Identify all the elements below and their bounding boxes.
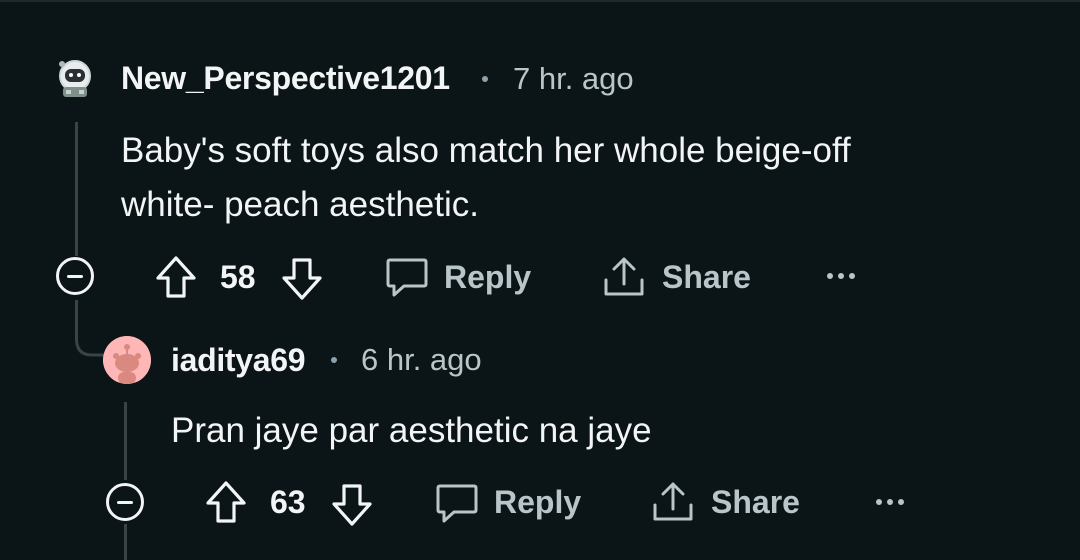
more-options-ellipsis-icon[interactable] — [825, 270, 857, 282]
vote-count: 63 — [270, 484, 306, 520]
downvote-arrow-down-icon[interactable] — [330, 482, 374, 528]
collapse-thread-button[interactable] — [56, 257, 94, 295]
top-divider — [0, 0, 1080, 2]
upvote-arrow-up-icon[interactable] — [204, 479, 248, 525]
comment-body-line-1: Baby's soft toys also match her whole be… — [121, 131, 851, 170]
downvote-arrow-down-icon[interactable] — [280, 256, 324, 302]
separator-dot — [482, 76, 488, 82]
speech-bubble-icon — [436, 484, 478, 523]
more-options-ellipsis-icon[interactable] — [874, 496, 906, 508]
reply-label: Reply — [494, 484, 582, 520]
astronaut-avatar-icon — [59, 60, 91, 97]
share-icon — [653, 482, 693, 521]
comment-timestamp[interactable]: 7 hr. ago — [513, 61, 634, 97]
share-label: Share — [711, 484, 800, 520]
share-icon — [604, 257, 644, 296]
share-label: Share — [662, 259, 751, 295]
reddit-snoo-avatar-icon — [103, 336, 151, 384]
upvote-arrow-up-icon[interactable] — [154, 254, 198, 300]
avatar[interactable] — [52, 54, 98, 100]
reply-label: Reply — [444, 259, 532, 295]
comment-body-line-2: white- peach aesthetic. — [121, 185, 479, 224]
comment-timestamp[interactable]: 6 hr. ago — [361, 342, 482, 378]
thread-line-1 — [75, 122, 78, 256]
comment-author[interactable]: iaditya69 — [171, 342, 306, 379]
thread-line-2-lower — [124, 524, 127, 560]
comment-body-line-1: Pran jaye par aesthetic na jaye — [171, 411, 652, 450]
collapse-thread-button[interactable] — [106, 483, 144, 521]
separator-dot — [331, 357, 337, 363]
speech-bubble-icon — [386, 258, 428, 297]
thread-line-2 — [124, 402, 127, 480]
comment-author[interactable]: New_Perspective1201 — [121, 60, 450, 97]
vote-count: 58 — [220, 259, 256, 295]
avatar[interactable] — [103, 336, 151, 384]
